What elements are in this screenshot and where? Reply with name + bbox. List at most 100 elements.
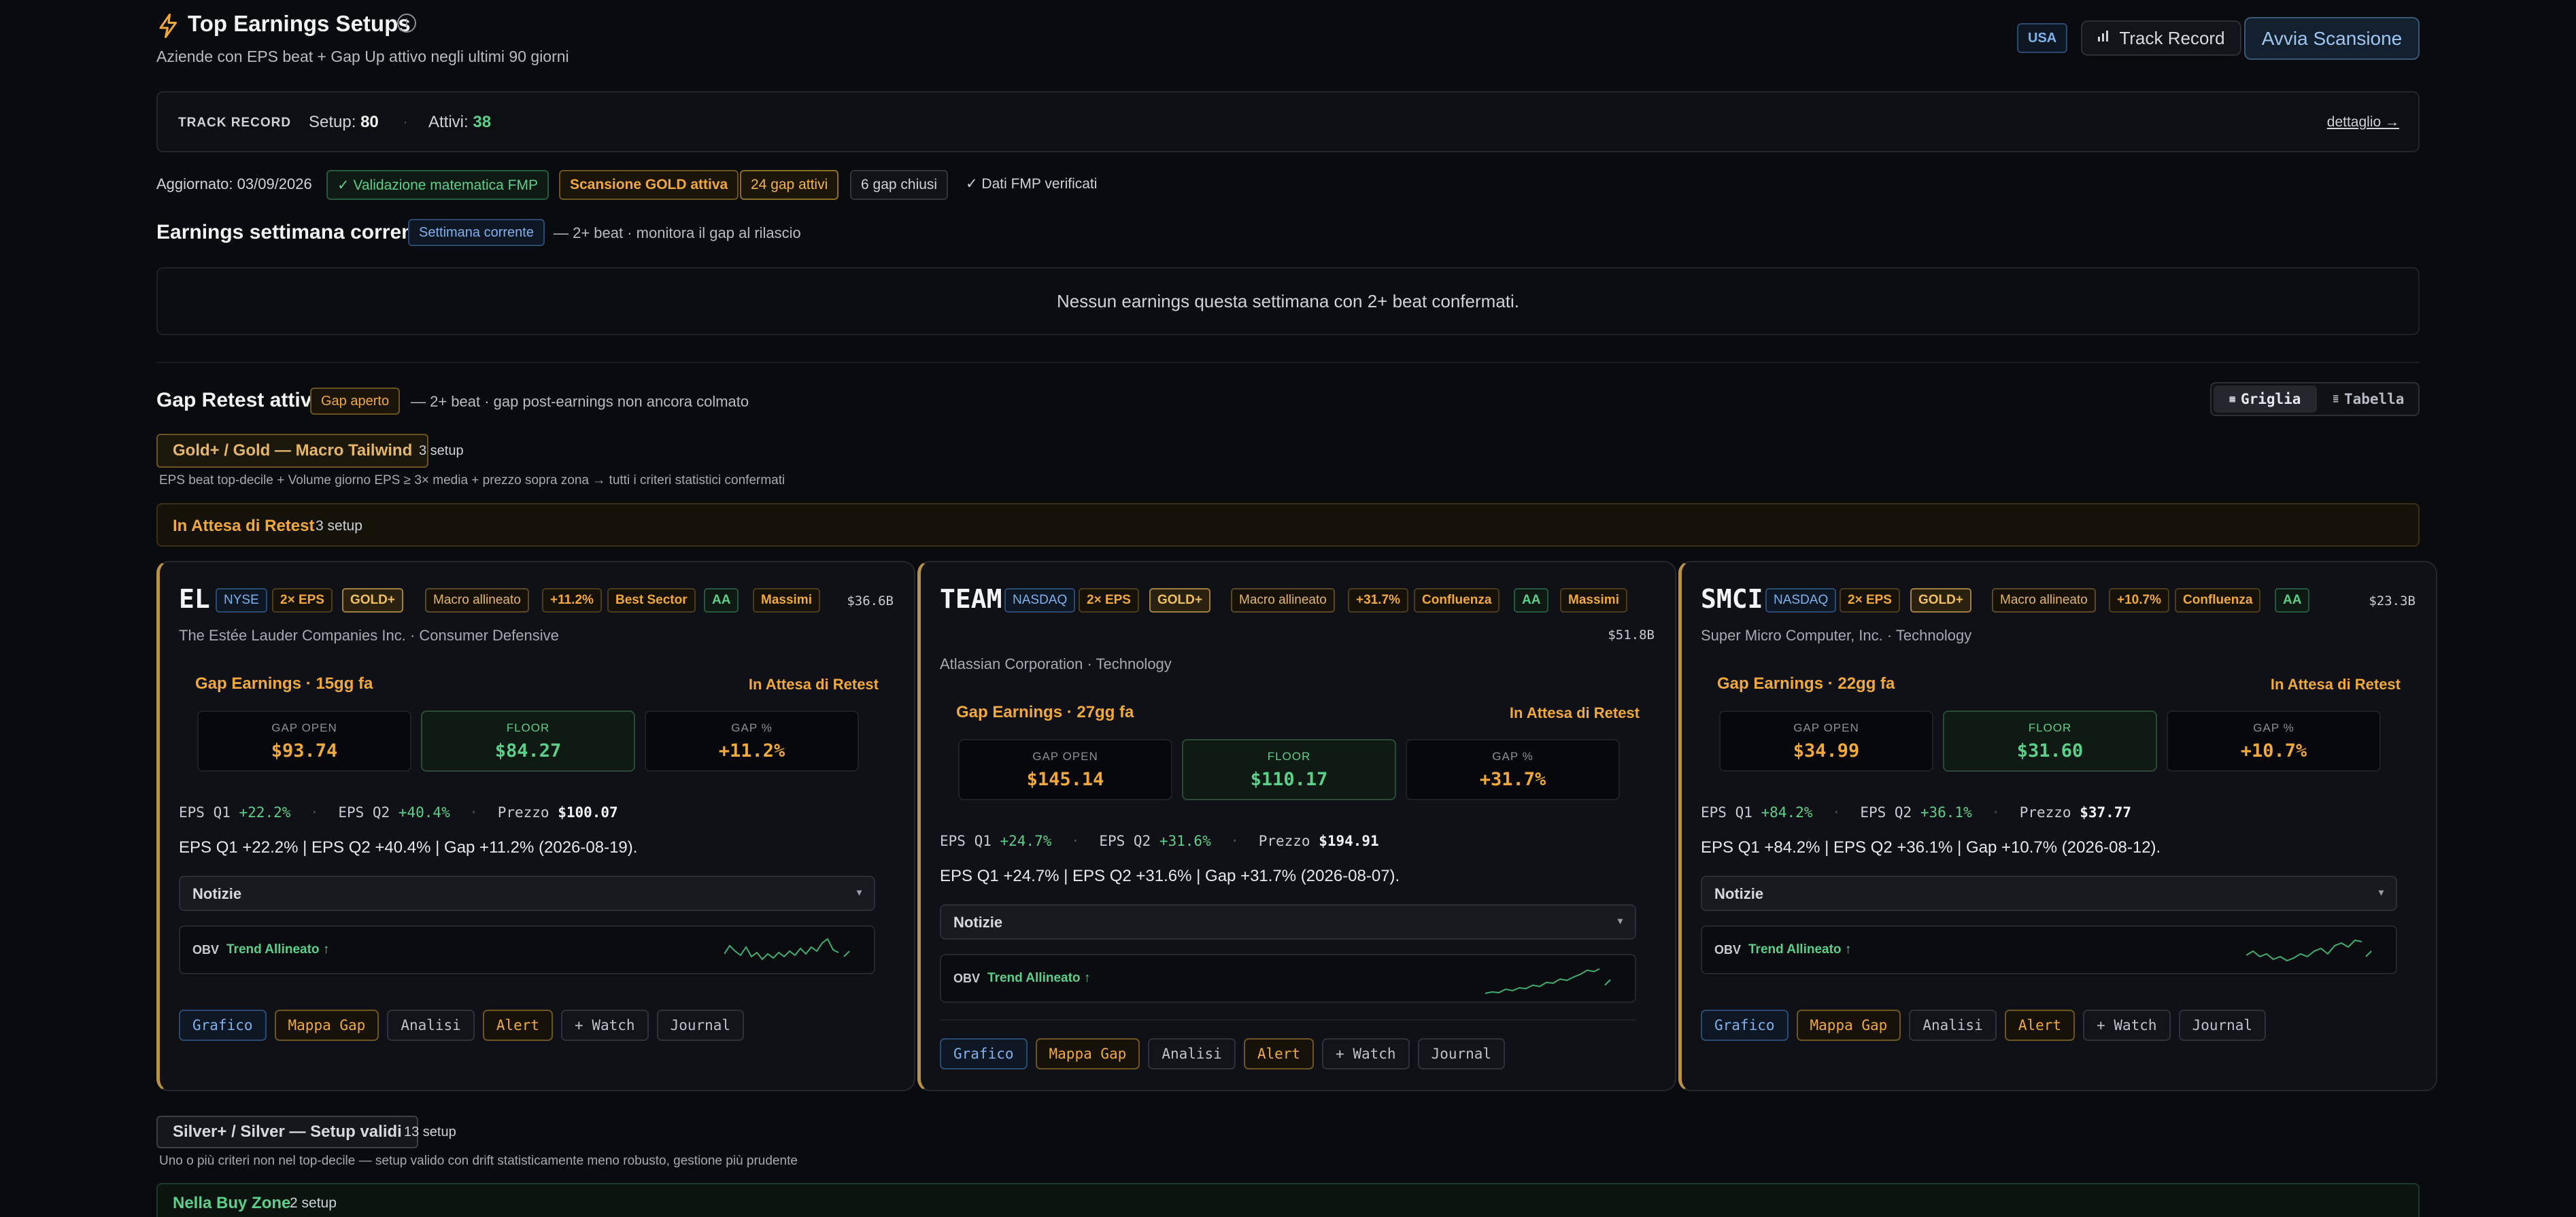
- track-record-button[interactable]: Track Record: [2081, 20, 2241, 56]
- gap-earnings-label: Gap Earnings · 15gg fa: [195, 674, 373, 693]
- gold-scan-badge: Scansione GOLD attiva: [559, 170, 739, 200]
- gap-pct-box: GAP % +31.7%: [1406, 739, 1620, 800]
- gap-pct-box: GAP % +11.2%: [645, 710, 859, 772]
- journal-button[interactable]: Journal: [656, 1010, 745, 1041]
- dot-separator: ·: [1230, 833, 1240, 849]
- gap-map-button[interactable]: Mappa Gap: [1035, 1038, 1140, 1069]
- gaps-closed-badge: 6 gap chiusi: [850, 170, 949, 200]
- page-subtitle: Aziende con EPS beat + Gap Up attivo neg…: [156, 48, 569, 65]
- attivi-label: Attivi:: [428, 113, 469, 131]
- eps-q2-label: EPS Q2: [338, 804, 390, 821]
- watch-button[interactable]: + Watch: [1322, 1038, 1410, 1069]
- info-icon[interactable]: i: [397, 14, 416, 33]
- silver-tier-count: 13 setup: [404, 1125, 456, 1139]
- gap-open-value: $34.99: [1793, 740, 1860, 761]
- setup-card-team[interactable]: TEAM NASDAQ 2× EPS GOLD+ Macro allineato…: [917, 561, 1676, 1091]
- watch-button[interactable]: + Watch: [561, 1010, 649, 1041]
- obv-sparkline: [2246, 939, 2372, 962]
- floor-label: FLOOR: [1267, 750, 1311, 763]
- gap-open-box: GAP OPEN $93.74: [197, 710, 411, 772]
- eps-q2-value: +40.4%: [398, 804, 450, 821]
- journal-button[interactable]: Journal: [1417, 1038, 1506, 1069]
- market-cap: $23.3B: [2369, 594, 2416, 608]
- rating-badge: AA: [704, 588, 739, 613]
- company-name: The Estée Lauder Companies Inc. · Consum…: [179, 627, 559, 644]
- silver-tier-badge[interactable]: Silver+ / Silver — Setup validi: [156, 1116, 418, 1148]
- eps-q2-value: +36.1%: [1920, 804, 1972, 821]
- gold-tier-badge[interactable]: Gold+ / Gold — Macro Tailwind: [156, 434, 429, 468]
- chart-button[interactable]: Grafico: [179, 1010, 267, 1041]
- gap-open-value: $93.74: [271, 740, 338, 761]
- alert-button[interactable]: Alert: [482, 1010, 554, 1041]
- week-empty-panel: Nessun earnings questa settimana con 2+ …: [156, 267, 2420, 335]
- updated-date: Aggiornato: 03/09/2026: [156, 175, 312, 192]
- analysis-button[interactable]: Analisi: [1909, 1010, 1997, 1041]
- gap-map-button[interactable]: Mappa Gap: [1796, 1010, 1901, 1041]
- gap-open-box: GAP OPEN $34.99: [1719, 710, 1933, 772]
- company-name: Atlassian Corporation · Technology: [940, 655, 1172, 672]
- setup-card-el[interactable]: EL NYSE 2× EPS GOLD+ Macro allineato +11…: [156, 561, 915, 1091]
- waiting-retest-banner: In Attesa di Retest 3 setup: [156, 503, 2420, 547]
- eps-q1-value: +84.2%: [1761, 804, 1813, 821]
- obv-panel: OBV Trend Allineato ↑: [1701, 925, 2397, 974]
- obv-trend: Trend Allineato ↑: [1748, 942, 1852, 957]
- floor-label: FLOOR: [506, 721, 550, 734]
- gap-open-value: $145.14: [1026, 769, 1104, 790]
- setup-card-smci[interactable]: SMCI NASDAQ 2× EPS GOLD+ Macro allineato…: [1678, 561, 2437, 1091]
- news-dropdown[interactable]: Notizie ▾: [1701, 876, 2397, 911]
- exchange-badge: NYSE: [216, 588, 267, 613]
- gap-open-label: GAP OPEN: [1032, 750, 1098, 763]
- buy-zone-label: Nella Buy Zone: [173, 1194, 291, 1212]
- price-label: Prezzo: [1258, 833, 1310, 849]
- gap-pct-value: +11.2%: [718, 740, 785, 761]
- analysis-button[interactable]: Analisi: [387, 1010, 475, 1041]
- obv-label: OBV: [953, 972, 981, 985]
- retest-section-title: Gap Retest attivi: [156, 389, 318, 411]
- eps-q2-value: +31.6%: [1159, 833, 1211, 849]
- ticker: SMCI: [1701, 584, 1763, 614]
- validation-badge: ✓ Validazione matematica FMP: [326, 170, 549, 200]
- price-label: Prezzo: [2019, 804, 2071, 821]
- view-grid-label: Griglia: [2240, 391, 2301, 407]
- journal-button[interactable]: Journal: [2178, 1010, 2267, 1041]
- gaps-active-badge: 24 gap attivi: [740, 170, 839, 200]
- view-grid-button[interactable]: ▦ Griglia: [2214, 385, 2317, 413]
- silver-tier-desc: Uno o più criteri non nel top-decile — s…: [159, 1154, 798, 1168]
- news-label: Notizie: [953, 914, 1003, 931]
- card-actions: Grafico Mappa Gap Analisi Alert + Watch …: [1701, 1010, 2267, 1041]
- setup-value: 80: [360, 113, 379, 131]
- alert-button[interactable]: Alert: [1243, 1038, 1315, 1069]
- view-table-button[interactable]: ≣ Tabella: [2319, 383, 2418, 415]
- rating-badge: AA: [1514, 588, 1549, 613]
- attivi-value: 38: [473, 113, 492, 131]
- divider: [156, 362, 2420, 363]
- alert-button[interactable]: Alert: [2004, 1010, 2075, 1041]
- eps-q2-label: EPS Q2: [1099, 833, 1151, 849]
- chart-button[interactable]: Grafico: [1701, 1010, 1789, 1041]
- news-dropdown[interactable]: Notizie ▾: [940, 904, 1636, 940]
- price-value: $194.91: [1319, 833, 1379, 849]
- gold-tier-desc: EPS beat top-decile + Volume giorno EPS …: [159, 473, 785, 487]
- detail-link[interactable]: dettaglio →: [2327, 114, 2399, 131]
- pct-badge: +11.2%: [542, 588, 602, 613]
- view-table-label: Tabella: [2343, 391, 2405, 407]
- eps-stats-row: EPS Q1 +22.2% · EPS Q2 +40.4% · Prezzo $…: [179, 804, 618, 821]
- dot-separator: ·: [1832, 804, 1841, 821]
- start-scan-button[interactable]: Avvia Scansione: [2244, 17, 2420, 60]
- eps-summary: EPS Q1 +22.2% | EPS Q2 +40.4% | Gap +11.…: [179, 838, 638, 857]
- chart-button[interactable]: Grafico: [940, 1038, 1028, 1069]
- analysis-button[interactable]: Analisi: [1148, 1038, 1236, 1069]
- company-name: Super Micro Computer, Inc. · Technology: [1701, 627, 1972, 644]
- retest-state: In Attesa di Retest: [748, 676, 879, 693]
- market-badge[interactable]: USA: [2017, 23, 2068, 53]
- news-dropdown[interactable]: Notizie ▾: [179, 876, 875, 911]
- gap-pct-value: +10.7%: [2240, 740, 2307, 761]
- ticker: TEAM: [940, 584, 1002, 614]
- dot-separator: ·: [403, 113, 408, 131]
- watch-button[interactable]: + Watch: [2083, 1010, 2171, 1041]
- dot-separator: ·: [469, 804, 479, 821]
- waiting-retest-label: In Attesa di Retest: [173, 517, 315, 535]
- gap-open-label: GAP OPEN: [1793, 721, 1859, 734]
- gap-map-button[interactable]: Mappa Gap: [274, 1010, 379, 1041]
- price-value: $37.77: [2080, 804, 2132, 821]
